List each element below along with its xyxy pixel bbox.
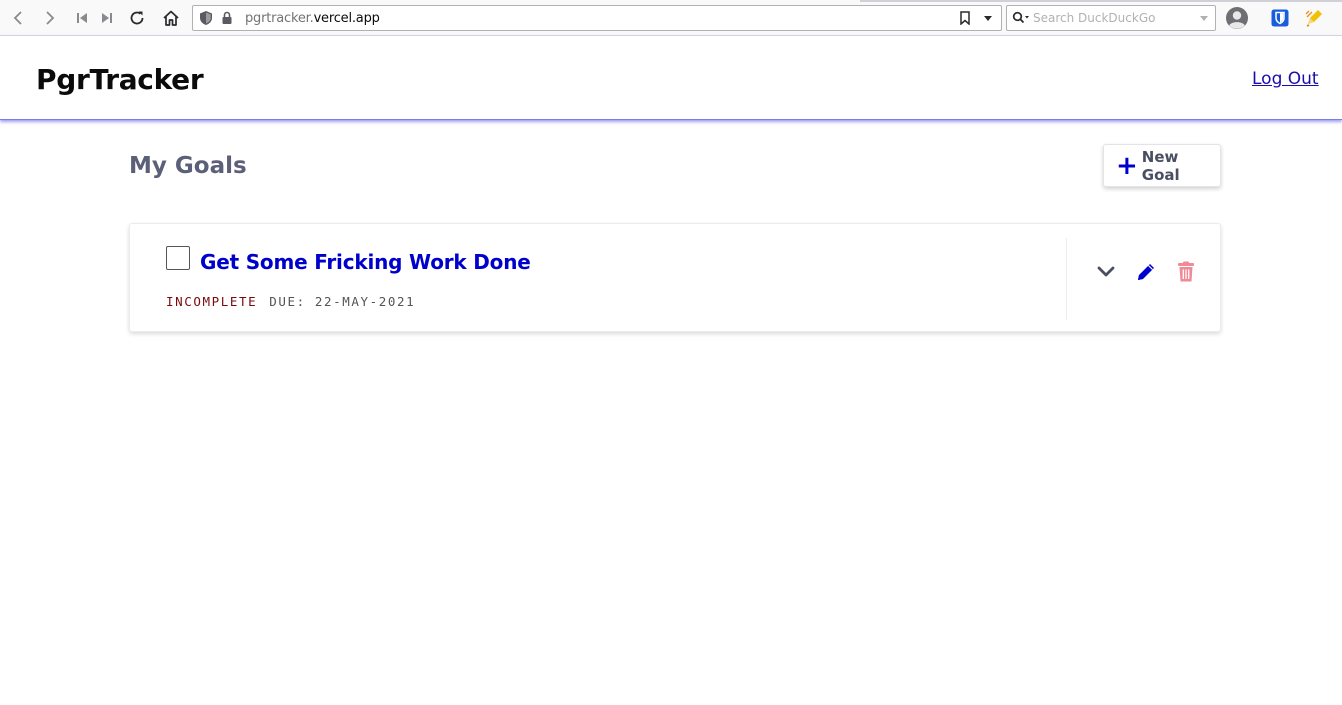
reload-button[interactable] bbox=[125, 6, 149, 30]
goal-due-date: DUE: 22-MAY-2021 bbox=[269, 294, 416, 309]
arrow-left-icon bbox=[13, 11, 22, 25]
search-dropdown-icon[interactable] bbox=[1199, 15, 1209, 23]
account-button[interactable] bbox=[1225, 6, 1249, 30]
bookmark-icon[interactable] bbox=[959, 11, 971, 25]
dropdown-arrow-icon[interactable] bbox=[983, 15, 993, 23]
chevron-down-icon bbox=[1097, 266, 1115, 277]
shield-icon[interactable] bbox=[199, 10, 213, 26]
lock-icon[interactable] bbox=[221, 11, 233, 25]
url-host-domain: vercel.app bbox=[313, 11, 380, 26]
delete-goal-button[interactable] bbox=[1174, 260, 1198, 284]
search-input[interactable] bbox=[1033, 10, 1193, 26]
pencil-extension-icon bbox=[1305, 10, 1322, 27]
skip-back-icon bbox=[77, 13, 87, 23]
goal-status: INCOMPLETE bbox=[166, 294, 258, 309]
address-bar[interactable]: pgrtracker.vercel.app bbox=[192, 5, 1002, 31]
password-manager-button[interactable] bbox=[1268, 6, 1292, 30]
trash-icon bbox=[1178, 261, 1194, 282]
shield-extension-icon bbox=[1271, 9, 1289, 27]
url-text[interactable]: pgrtracker.vercel.app bbox=[245, 11, 380, 26]
brand-logo[interactable]: PgrTracker bbox=[36, 63, 204, 96]
arrow-right-icon bbox=[46, 11, 55, 25]
skip-back-button[interactable] bbox=[70, 6, 94, 30]
home-button[interactable] bbox=[159, 6, 183, 30]
plus-icon: + bbox=[1116, 150, 1138, 181]
skip-forward-button[interactable] bbox=[95, 6, 119, 30]
url-host-prefix: pgrtracker. bbox=[245, 11, 314, 26]
skip-forward-icon bbox=[102, 13, 112, 23]
search-icon bbox=[1012, 11, 1029, 24]
app-header: PgrTracker Log Out bbox=[0, 36, 1342, 120]
expand-goal-button[interactable] bbox=[1094, 260, 1118, 284]
card-divider bbox=[1066, 238, 1067, 320]
search-bar[interactable] bbox=[1006, 5, 1216, 31]
goal-title[interactable]: Get Some Fricking Work Done bbox=[200, 250, 531, 274]
extension-button[interactable] bbox=[1302, 6, 1326, 30]
pencil-icon bbox=[1138, 264, 1154, 280]
reload-icon bbox=[130, 11, 144, 25]
forward-button[interactable] bbox=[38, 6, 62, 30]
browser-toolbar: pgrtracker.vercel.app bbox=[0, 0, 1342, 36]
goal-complete-checkbox[interactable] bbox=[166, 246, 190, 270]
goal-meta: INCOMPLETE DUE: 22-MAY-2021 bbox=[166, 294, 415, 309]
logout-link[interactable]: Log Out bbox=[1252, 69, 1319, 89]
new-goal-label: New Goal bbox=[1141, 147, 1180, 184]
edit-goal-button[interactable] bbox=[1134, 260, 1158, 284]
page-title: My Goals bbox=[129, 153, 247, 179]
page-load-indicator bbox=[860, 0, 1342, 2]
back-button[interactable] bbox=[6, 6, 30, 30]
account-avatar-icon bbox=[1226, 7, 1248, 29]
goal-card: Get Some Fricking Work Done INCOMPLETE DU… bbox=[129, 223, 1221, 332]
new-goal-button[interactable]: + New Goal bbox=[1103, 144, 1221, 187]
home-icon bbox=[163, 10, 179, 26]
